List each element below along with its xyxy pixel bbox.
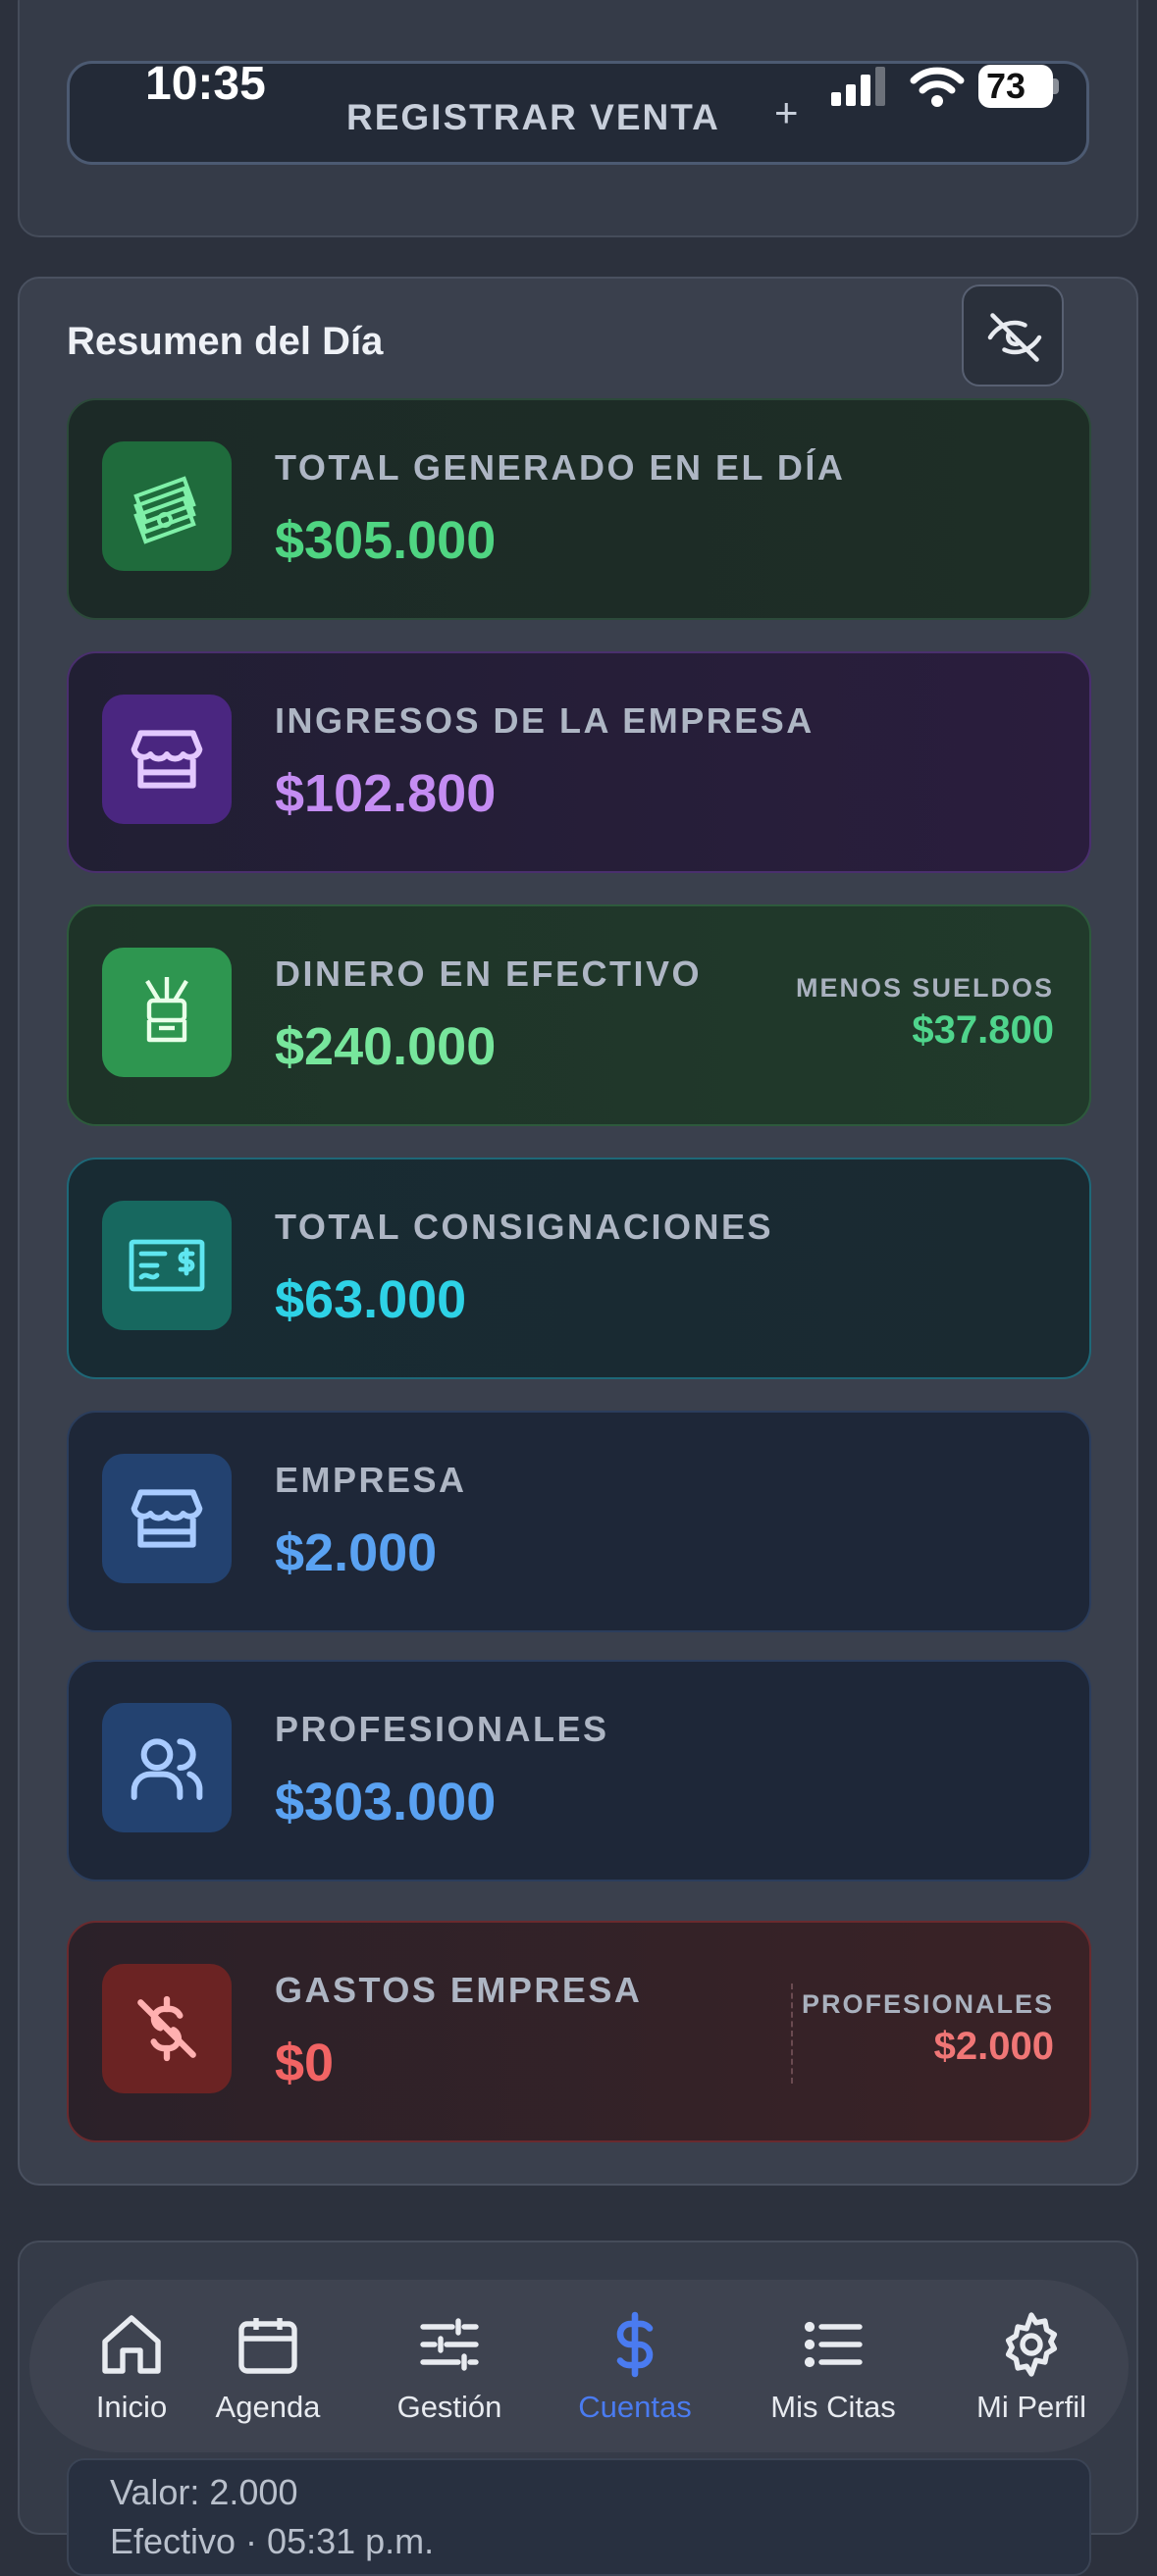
card-side-label: MENOS SUELDOS — [795, 973, 1054, 1003]
nav-item-mis-citas[interactable]: Mis Citas — [745, 2309, 921, 2447]
divider — [791, 1984, 793, 2084]
bottom-nav: Inicio Agenda Gestión Cuentas Mis Citas — [29, 2280, 1129, 2452]
storefront-icon — [131, 730, 203, 789]
icon-box — [102, 1454, 232, 1583]
card-label: TOTAL CONSIGNACIONES — [275, 1207, 774, 1247]
card-side-label: PROFESIONALES — [801, 1989, 1054, 2019]
dollar-icon — [616, 2311, 654, 2378]
dollar-off-icon — [137, 1995, 196, 2062]
card-value: $102.800 — [275, 764, 497, 823]
card-value: $0 — [275, 2034, 335, 2092]
status-time: 10:35 — [145, 58, 266, 110]
register-sale-label: REGISTRAR VENTA — [346, 97, 720, 137]
card-value: $240.000 — [275, 1017, 497, 1076]
icon-box — [102, 1703, 232, 1832]
summary-card-total-generated[interactable]: TOTAL GENERADO EN EL DÍA $305.000 — [67, 398, 1091, 620]
card-label: EMPRESA — [275, 1460, 467, 1500]
status-icons: 73 — [829, 65, 1065, 110]
cash-bills-icon — [133, 476, 196, 544]
card-side-value: $2.000 — [933, 2025, 1054, 2068]
nav-label: Mis Citas — [770, 2390, 896, 2424]
gear-icon — [1005, 2312, 1058, 2377]
summary-card-professionals[interactable]: PROFESIONALES $303.000 — [67, 1660, 1091, 1881]
nav-item-gestion[interactable]: Gestión — [361, 2309, 538, 2447]
icon-box — [102, 1201, 232, 1330]
nav-label: Cuentas — [578, 2390, 692, 2424]
hide-values-button[interactable] — [962, 284, 1064, 386]
transaction-method: Efectivo · 05:31 p.m. — [110, 2521, 435, 2561]
transaction-item[interactable]: Valor: 2.000 Efectivo · 05:31 p.m. — [67, 2458, 1091, 2576]
nav-item-mi-perfil[interactable]: Mi Perfil — [943, 2309, 1120, 2447]
icon-box — [102, 695, 232, 824]
icon-box — [102, 441, 232, 571]
nav-item-agenda[interactable]: Agenda — [180, 2309, 356, 2447]
summary-card-company-income[interactable]: INGRESOS DE LA EMPRESA $102.800 — [67, 651, 1091, 873]
nav-label: Mi Perfil — [976, 2390, 1086, 2424]
wifi-icon — [910, 67, 965, 107]
card-label: INGRESOS DE LA EMPRESA — [275, 700, 815, 741]
nav-item-cuentas[interactable]: Cuentas — [547, 2309, 723, 2447]
calendar-icon — [238, 2318, 297, 2374]
card-label: DINERO EN EFECTIVO — [275, 953, 703, 994]
check-dollar-icon — [129, 1239, 205, 1292]
summary-title: Resumen del Día — [67, 320, 384, 363]
users-icon — [131, 1738, 203, 1800]
card-value: $305.000 — [275, 511, 497, 570]
sliders-icon — [420, 2318, 479, 2371]
card-side-value: $37.800 — [912, 1008, 1054, 1052]
card-value: $63.000 — [275, 1270, 467, 1329]
list-icon — [804, 2321, 863, 2368]
battery-tip — [1053, 78, 1059, 94]
icon-box — [102, 948, 232, 1077]
card-label: PROFESIONALES — [275, 1709, 609, 1749]
card-label: TOTAL GENERADO EN EL DÍA — [275, 447, 846, 488]
card-value: $303.000 — [275, 1773, 497, 1831]
card-value: $2.000 — [275, 1523, 438, 1582]
summary-card-consignments[interactable]: TOTAL CONSIGNACIONES $63.000 — [67, 1158, 1091, 1379]
nav-label: Gestión — [396, 2390, 502, 2424]
plus-icon: + — [774, 89, 799, 135]
summary-card-company[interactable]: EMPRESA $2.000 — [67, 1411, 1091, 1632]
summary-card-company-expenses[interactable]: GASTOS EMPRESA $0 PROFESIONALES $2.000 — [67, 1921, 1091, 2142]
home-icon — [102, 2315, 161, 2374]
signal-icon — [831, 67, 885, 106]
summary-panel: Resumen del Día TOTAL GENERADO EN EL DÍA… — [18, 277, 1138, 2186]
icon-box — [102, 1964, 232, 2093]
storefront-icon — [131, 1489, 203, 1548]
battery-indicator: 73 — [978, 65, 1053, 108]
hand-cash-icon — [145, 977, 188, 1043]
summary-card-cash[interactable]: DINERO EN EFECTIVO $240.000 MENOS SUELDO… — [67, 904, 1091, 1126]
eye-off-icon — [987, 313, 1042, 362]
card-label: GASTOS EMPRESA — [275, 1970, 643, 2010]
nav-label: Agenda — [215, 2390, 321, 2424]
